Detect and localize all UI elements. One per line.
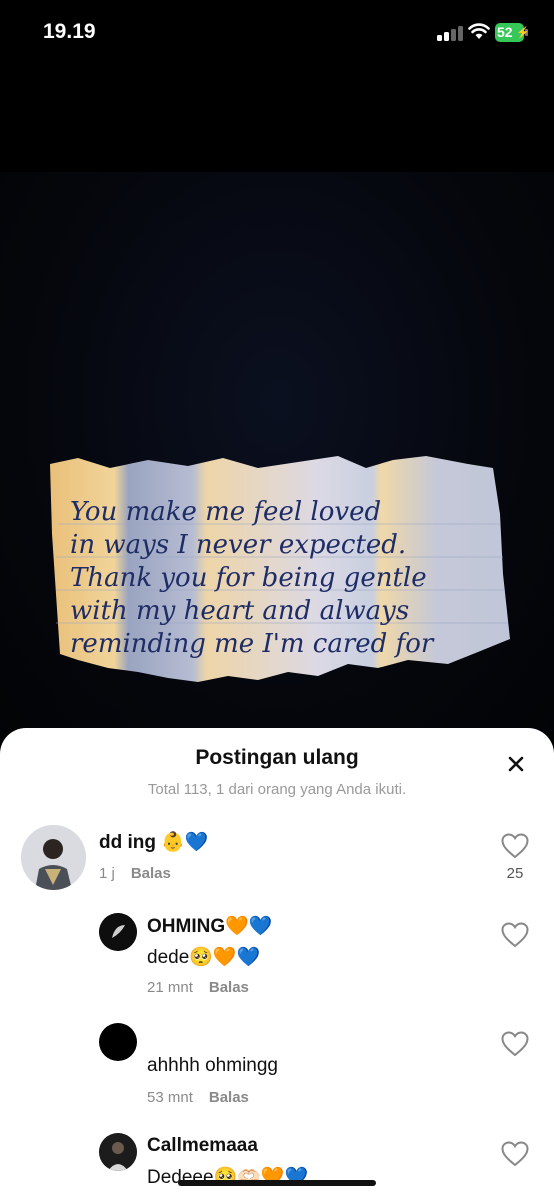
- battery-indicator: 52 ⚡: [495, 23, 530, 42]
- sheet-title: Postingan ulang: [195, 746, 359, 769]
- sheet-subtitle: Total 113, 1 dari orang yang Anda ikuti.: [147, 781, 407, 798]
- like-heart-icon[interactable]: [501, 922, 529, 948]
- status-bar: 19.19 52 ⚡: [0, 0, 554, 66]
- cellular-signal-icon: [437, 25, 463, 41]
- note-line: in ways I never expected.: [70, 530, 407, 560]
- note-line: with my heart and always: [70, 596, 410, 626]
- note-line: reminding me I'm cared for: [70, 629, 434, 659]
- home-indicator[interactable]: [178, 1180, 376, 1186]
- post-photo[interactable]: You make me feel loved in ways I never e…: [0, 172, 554, 742]
- avatar[interactable]: [21, 825, 86, 890]
- comment-meta: 53 mnt Balas: [147, 1089, 249, 1106]
- like-heart-icon[interactable]: [501, 1031, 529, 1057]
- comment-time: 1 j: [99, 865, 115, 882]
- wifi-icon: [468, 23, 490, 39]
- close-icon[interactable]: [502, 750, 530, 778]
- like-heart-icon[interactable]: [501, 833, 529, 859]
- note-line: You make me feel loved: [70, 497, 382, 527]
- comment-meta: 21 mnt Balas: [147, 979, 249, 996]
- feather-avatar-icon: [99, 913, 137, 951]
- avatar[interactable]: [99, 913, 137, 951]
- person-avatar-icon: [21, 825, 86, 890]
- note-line: Thank you for being gentle: [70, 563, 427, 593]
- person-avatar-icon: [99, 1133, 137, 1171]
- torn-paper-note: You make me feel loved in ways I never e…: [48, 454, 510, 694]
- comment-author[interactable]: dd ing 👶💙: [99, 830, 209, 854]
- handwritten-note: You make me feel loved in ways I never e…: [70, 496, 500, 661]
- comment-text: ahhhh ohmingg: [147, 1055, 278, 1076]
- avatar[interactable]: [99, 1023, 137, 1061]
- avatar[interactable]: [99, 1133, 137, 1171]
- reposts-sheet: Postingan ulang Total 113, 1 dari orang …: [0, 728, 554, 1199]
- reply-button[interactable]: Balas: [209, 1089, 249, 1106]
- charging-bolt-icon: ⚡: [516, 27, 530, 39]
- comment-author[interactable]: Callmemaaa: [147, 1135, 258, 1157]
- reply-button[interactable]: Balas: [131, 865, 171, 882]
- status-time: 19.19: [43, 20, 96, 43]
- like-heart-icon[interactable]: [501, 1141, 529, 1167]
- like-count: 25: [506, 865, 524, 882]
- comment-time: 53 mnt: [147, 1089, 193, 1106]
- reply-button[interactable]: Balas: [209, 979, 249, 996]
- comment-text: dede🥺🧡💙: [147, 947, 261, 968]
- comment-time: 21 mnt: [147, 979, 193, 996]
- comment-meta: 1 j Balas: [99, 865, 171, 882]
- comment-author[interactable]: OHMING🧡💙: [147, 914, 272, 938]
- battery-level: 52: [497, 24, 513, 40]
